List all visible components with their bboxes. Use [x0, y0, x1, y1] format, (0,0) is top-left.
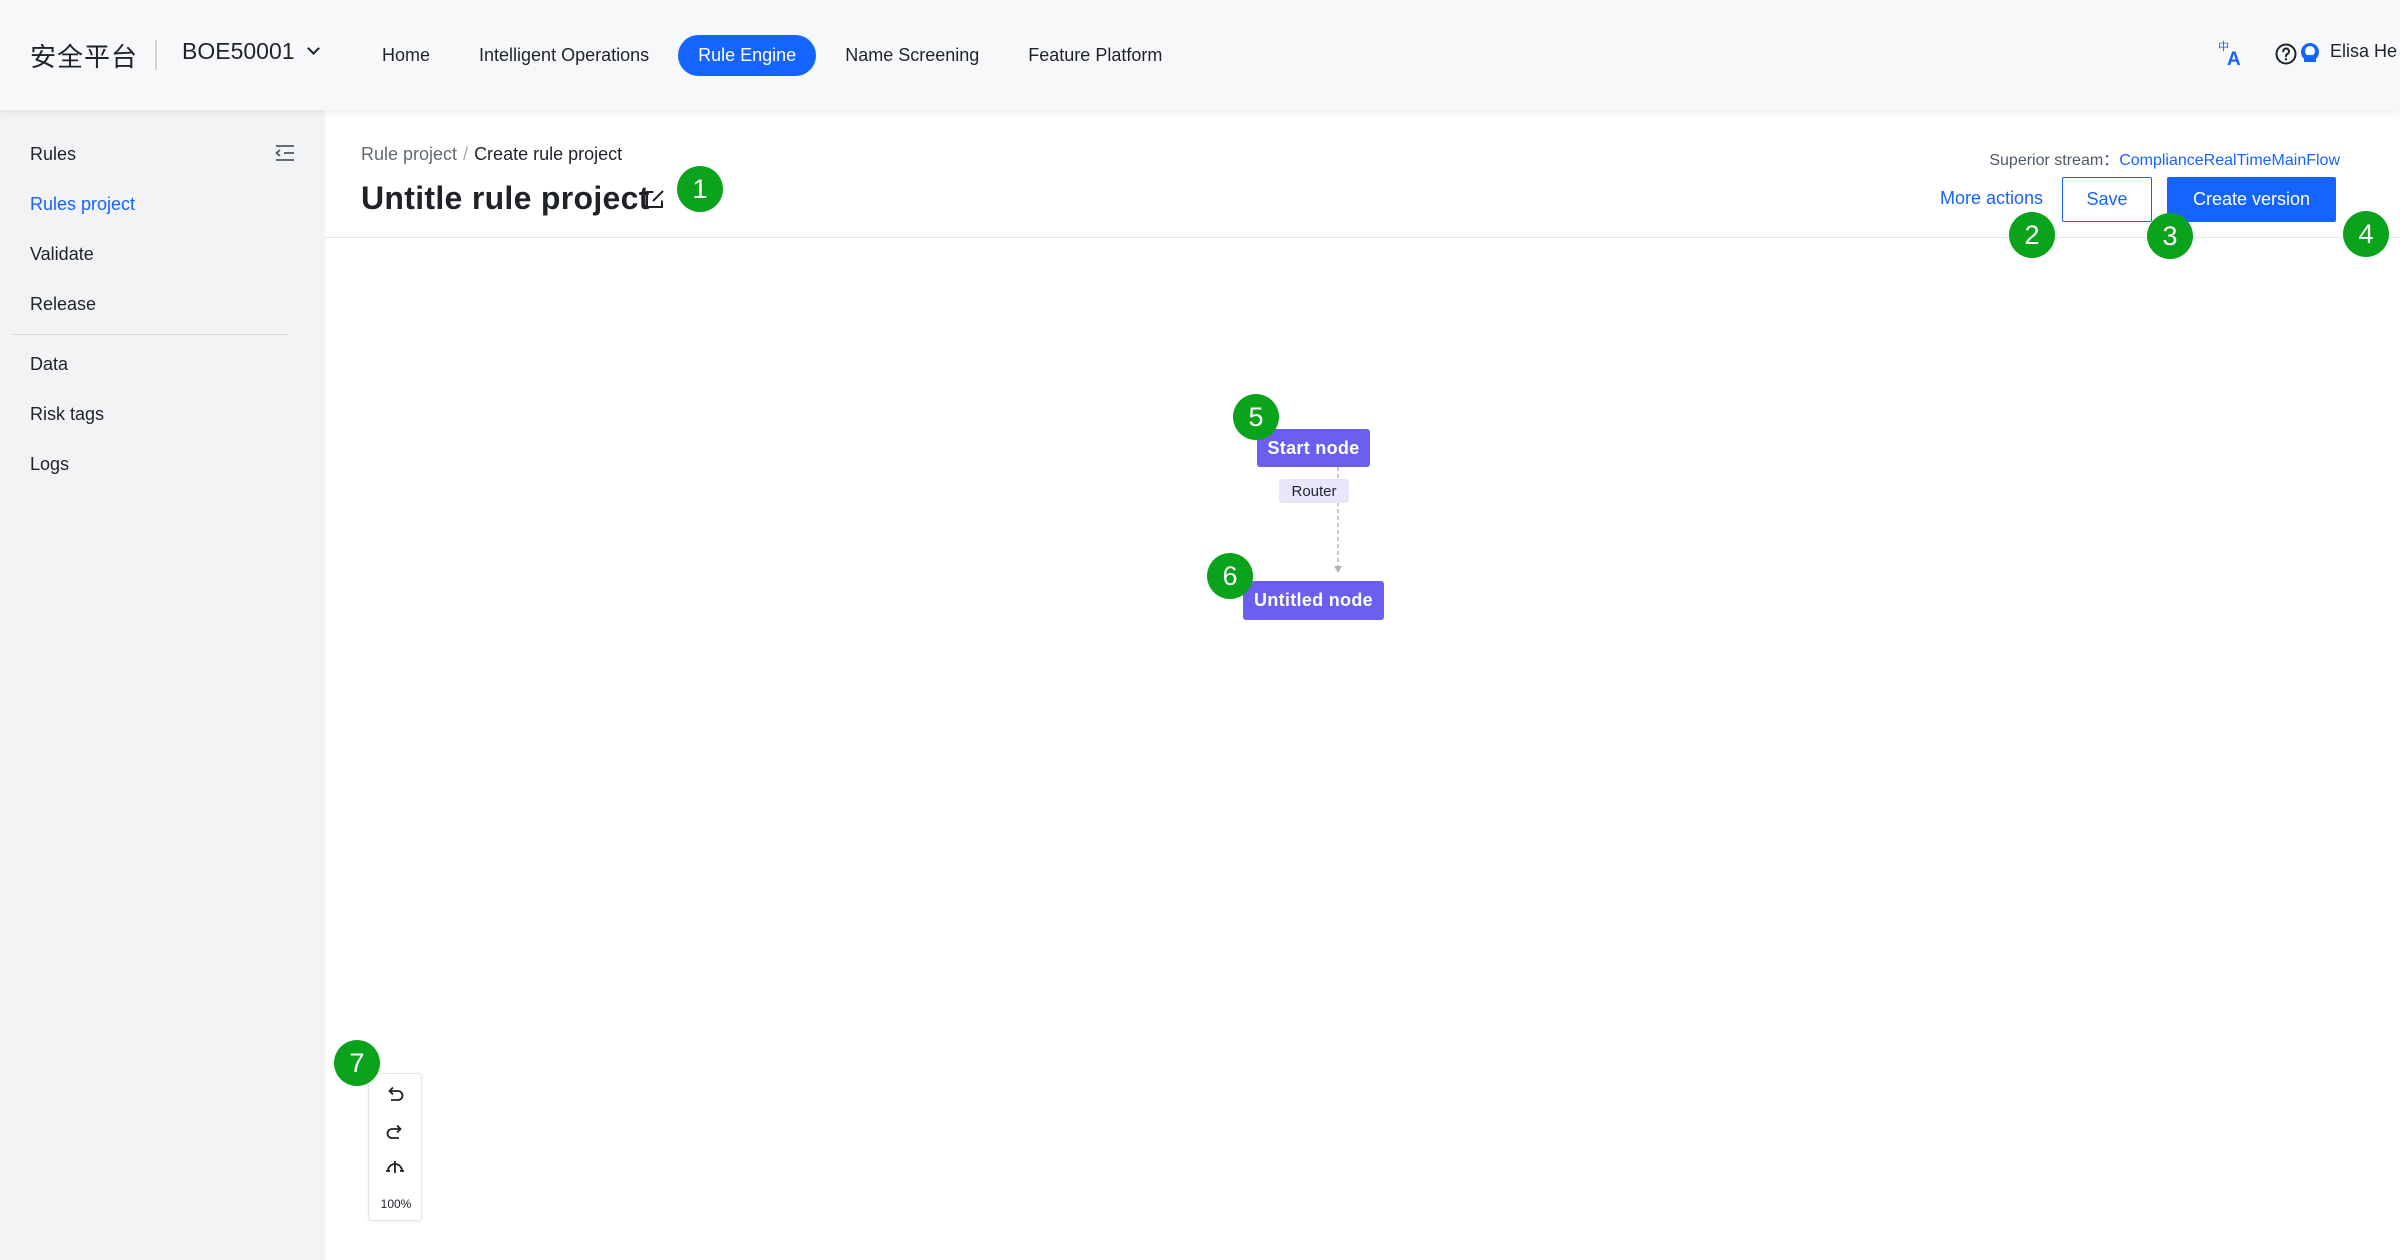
breadcrumb-current: Create rule project	[474, 144, 623, 164]
page-title: Untitle rule project	[361, 180, 650, 216]
chevron-down-icon	[306, 42, 320, 55]
undo-icon[interactable]	[384, 1082, 406, 1104]
flow-canvas[interactable]: Start node Router Untitled node 100%	[325, 238, 2400, 1260]
svg-text:A: A	[2227, 49, 2241, 68]
nav-home[interactable]: Home	[362, 35, 450, 76]
user-menu[interactable]: Elisa He	[2300, 41, 2400, 62]
sidebar-item-validate[interactable]: Validate	[30, 244, 94, 265]
annotation-marker-6: 6	[1207, 553, 1253, 599]
superior-stream: Superior stream：ComplianceRealTimeMainFl…	[1989, 146, 2340, 170]
sidebar-item-rules-project[interactable]: Rules project	[30, 194, 135, 215]
sidebar-item-data[interactable]: Data	[30, 354, 68, 375]
sidebar-item-rules[interactable]: Rules	[30, 144, 76, 165]
user-name: Elisa He	[2330, 41, 2398, 61]
redo-icon[interactable]	[384, 1120, 406, 1142]
annotation-marker-1: 1	[677, 166, 723, 212]
tenant-label: BOE50001	[182, 38, 295, 64]
fit-view-icon[interactable]	[384, 1156, 406, 1178]
router-label[interactable]: Router	[1279, 479, 1349, 503]
user-avatar-icon	[2301, 42, 2319, 62]
page-header: Rule project / Create rule project Untit…	[325, 110, 2400, 238]
platform-brand: 安全平台	[30, 42, 139, 72]
brand-divider	[155, 40, 157, 70]
sidebar-divider	[12, 334, 288, 335]
zoom-level: 100%	[380, 1197, 412, 1211]
sidebar-item-risk-tags[interactable]: Risk tags	[30, 404, 104, 425]
annotation-marker-2: 2	[2009, 212, 2055, 258]
top-navigation-bar: 安全平台 BOE50001 Home Intelligent Operation…	[0, 0, 2400, 110]
annotation-marker-4: 4	[2343, 211, 2389, 257]
untitled-node[interactable]: Untitled node	[1243, 581, 1384, 620]
collapse-sidebar-icon[interactable]	[274, 144, 296, 162]
annotation-marker-7: 7	[334, 1040, 380, 1086]
more-actions-button[interactable]: More actions	[1940, 188, 2043, 209]
breadcrumb-parent-link[interactable]: Rule project	[361, 144, 457, 165]
breadcrumb-separator: /	[463, 144, 469, 164]
canvas-toolbar: 100%	[368, 1073, 422, 1221]
edit-title-icon[interactable]	[643, 187, 667, 211]
tenant-selector[interactable]: BOE50001	[182, 38, 320, 65]
nav-rule-engine[interactable]: Rule Engine	[678, 35, 817, 76]
create-version-button[interactable]: Create version	[2167, 177, 2336, 222]
nav-name-screening[interactable]: Name Screening	[825, 35, 999, 76]
main-nav: Home Intelligent Operations Rule Engine …	[362, 35, 1191, 76]
breadcrumb: Rule project / Create rule project	[361, 144, 622, 165]
translate-icon[interactable]: 中 A	[2217, 38, 2247, 68]
annotation-marker-5: 5	[1233, 394, 1279, 440]
superior-stream-link[interactable]: ComplianceRealTimeMainFlow	[2119, 152, 2340, 169]
annotation-marker-3: 3	[2147, 213, 2193, 259]
start-node[interactable]: Start node	[1257, 429, 1370, 467]
save-button[interactable]: Save	[2062, 177, 2152, 222]
help-icon[interactable]	[2274, 42, 2298, 66]
sidebar: Rules Rules project Validate Release Dat…	[0, 110, 325, 1260]
superior-stream-label: Superior stream：	[1989, 152, 2120, 169]
sidebar-item-logs[interactable]: Logs	[30, 454, 69, 475]
sidebar-item-release[interactable]: Release	[30, 294, 96, 315]
nav-feature-platform[interactable]: Feature Platform	[1008, 35, 1182, 76]
nav-intelligent-operations[interactable]: Intelligent Operations	[459, 35, 669, 76]
